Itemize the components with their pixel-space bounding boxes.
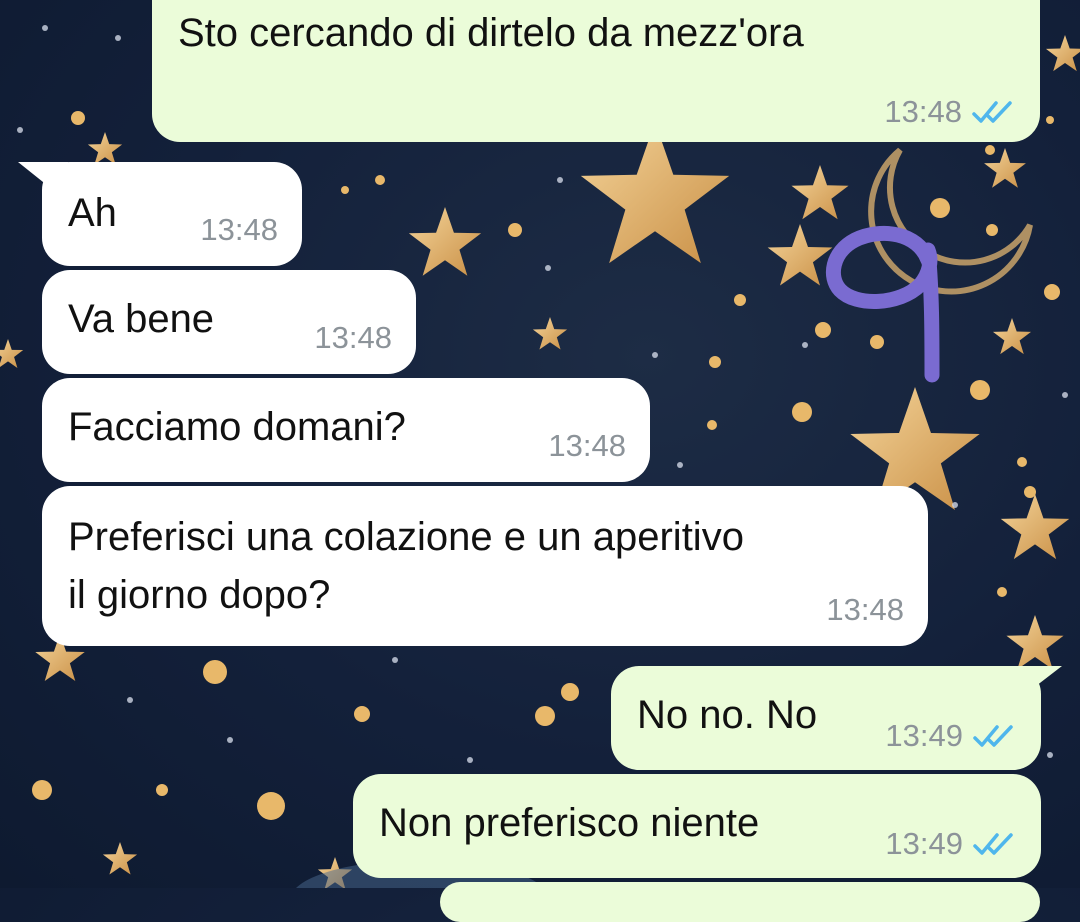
message-meta: 13:48 [548,428,626,464]
double-check-icon [973,725,1013,747]
message-meta: 13:49 [885,718,1017,754]
double-check-icon [973,833,1013,855]
message-time: 13:48 [200,212,278,247]
message-time: 13:48 [314,320,392,355]
message-time: 13:49 [885,718,963,753]
message-text: Facciamo domani? [68,405,406,449]
message-meta: 13:48 [884,94,1016,130]
message-outgoing[interactable]: No no. No 13:49 [611,666,1041,770]
message-outgoing[interactable]: Non preferisco niente 13:49 [353,774,1041,878]
message-outgoing[interactable]: Sto cercando di dirtelo da mezz'ora 13:4… [152,0,1040,142]
message-time: 13:48 [884,94,962,129]
message-text: Ah [68,191,117,235]
message-text-line-1: Preferisci una colazione e un aperitivo [68,515,744,559]
double-check-icon [972,101,1012,123]
message-meta: 13:49 [885,826,1017,862]
message-time: 13:49 [885,826,963,861]
message-meta: 13:48 [826,592,904,628]
message-text: Non preferisco niente [379,801,760,845]
message-text: Va bene [68,297,215,341]
message-incoming[interactable]: Preferisci una colazione e un aperitivo … [42,486,928,646]
message-text: No no. No [637,693,818,737]
message-incoming[interactable]: Va bene 13:48 [42,270,416,374]
message-meta: 13:48 [200,212,278,248]
message-text: Sto cercando di dirtelo da mezz'ora [178,11,804,55]
message-time: 13:48 [548,428,626,463]
message-text-line-2: il giorno dopo? [68,573,331,617]
message-incoming[interactable]: Ah 13:48 [42,162,302,266]
message-time: 13:48 [826,592,904,627]
message-incoming[interactable]: Facciamo domani? 13:48 [42,378,650,482]
message-meta: 13:48 [314,320,392,356]
handwritten-annotation: 9 [825,225,940,383]
message-outgoing-partial[interactable] [440,882,1040,922]
